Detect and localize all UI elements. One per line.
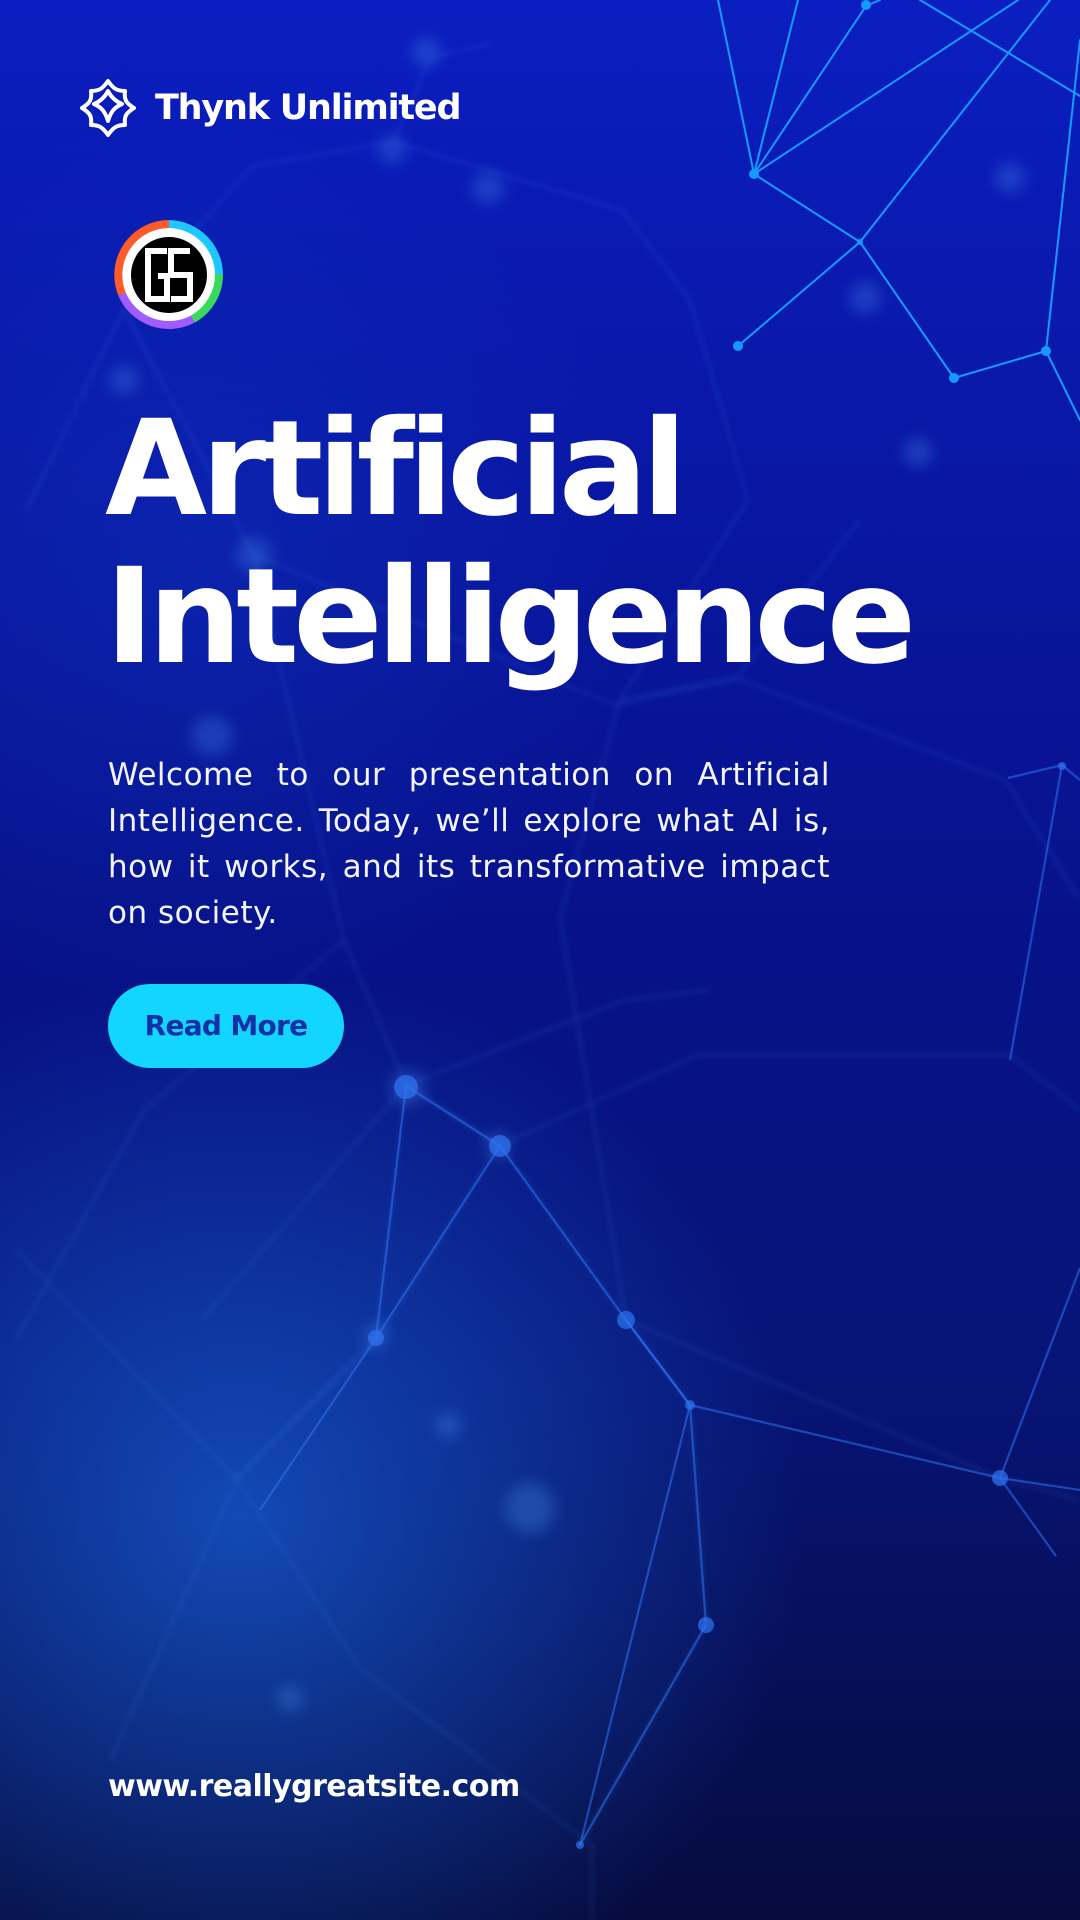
- intro-description: Welcome to our presentation on Artificia…: [108, 757, 830, 931]
- asterisk-flower-icon: [80, 79, 136, 137]
- brand-name: Thynk Unlimited: [155, 87, 462, 128]
- network-nodes: [733, 0, 1051, 383]
- title-line-intelligence: Intelligence: [105, 540, 916, 694]
- gs-emblem-logo: GS: [114, 220, 224, 329]
- title-line-artificial: Artificial: [105, 392, 687, 546]
- network-lines: [717, 0, 1080, 421]
- ai-presentation-page: Thynk Unlimited GS Artificial Intelligen…: [0, 0, 1080, 1920]
- page-title: Artificial Intelligence: [105, 392, 916, 694]
- brand-header: Thynk Unlimited: [77, 77, 462, 139]
- read-more-button[interactable]: Read More: [108, 984, 344, 1068]
- website-link[interactable]: www.reallygreatsite.com: [108, 1772, 520, 1802]
